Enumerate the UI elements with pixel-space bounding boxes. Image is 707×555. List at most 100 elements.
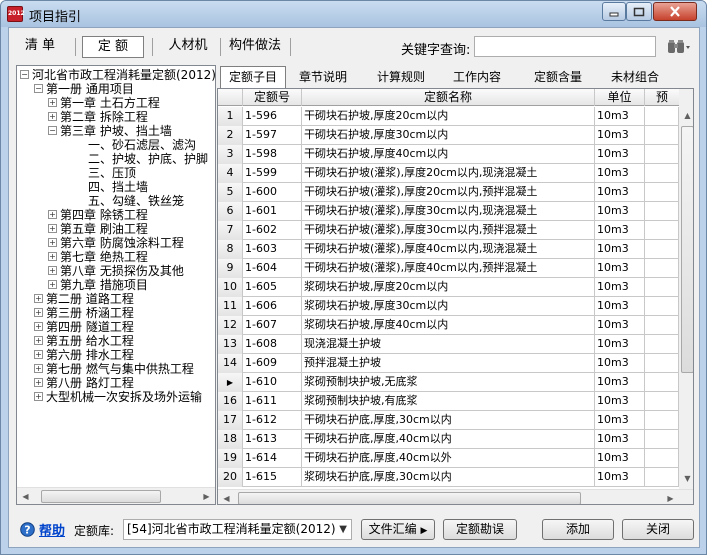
table-row[interactable]: 19 1-614 干砌块石护底,厚度,40cm以外 10m3 [218, 449, 679, 468]
search-input[interactable] [474, 36, 656, 57]
expand-icon[interactable]: + [48, 210, 57, 219]
table-row[interactable]: 5 1-600 干砌块石护坡(灌浆),厚度20cm以内,预拌混凝土 10m3 [218, 183, 679, 202]
row-number: 5 [218, 183, 243, 202]
tree-node-label: 二、护坡、护底、护脚 [88, 152, 209, 166]
column-header-unit[interactable]: 单位 [595, 89, 645, 106]
expand-icon[interactable]: + [34, 308, 43, 317]
expand-icon[interactable]: + [48, 98, 57, 107]
help-label[interactable]: 帮助 [39, 520, 65, 539]
scroll-left-icon[interactable]: ◀ [17, 488, 34, 504]
chevron-down-icon[interactable]: ▼ [339, 520, 347, 539]
scroll-down-icon[interactable]: ▼ [679, 470, 693, 487]
scroll-thumb[interactable] [681, 126, 693, 373]
search-button[interactable] [667, 39, 691, 58]
quota-unit: 10m3 [595, 297, 645, 316]
scroll-right-icon[interactable]: ▶ [662, 490, 679, 504]
quota-table[interactable]: 定额号 定额名称 单位 预 1 1-596 干砌块石护坡,厚度20cm以内 10m3 2… [217, 88, 694, 505]
tree-node-label: 第五章 刷油工程 [60, 222, 148, 236]
quota-price [645, 240, 679, 259]
table-row[interactable]: ▶151-610浆砌预制块护坡,无底浆10m3 [218, 373, 679, 392]
tab-gongzuo-neirong[interactable]: 工作内容 [444, 67, 510, 87]
table-row[interactable]: 9 1-604 干砌块石护坡(灌浆),厚度40cm以内,预拌混凝土 10m3 [218, 259, 679, 278]
table-row[interactable]: 2 1-597 干砌块石护坡,厚度30cm以内 10m3 [218, 126, 679, 145]
expand-icon[interactable]: + [34, 364, 43, 373]
expand-icon[interactable]: + [34, 336, 43, 345]
collapse-icon[interactable]: − [20, 70, 29, 79]
tab-dinge-zimu[interactable]: 定额子目 [220, 66, 286, 88]
quota-name: 浆砌预制块护坡,无底浆 [302, 373, 595, 392]
close-window-button[interactable] [653, 2, 697, 21]
scroll-right-icon[interactable]: ▶ [198, 488, 215, 504]
add-button[interactable]: 添加 [542, 519, 614, 540]
scroll-thumb[interactable] [41, 490, 161, 503]
scroll-left-icon[interactable]: ◀ [218, 490, 235, 504]
table-row[interactable]: 6 1-601 干砌块石护坡(灌浆),厚度30cm以内,现浇混凝土 10m3 [218, 202, 679, 221]
tab-rencaiji[interactable]: 人材机 [158, 36, 218, 58]
expand-icon[interactable]: + [34, 350, 43, 359]
table-row[interactable]: 4 1-599 干砌块石护坡(灌浆),厚度20cm以内,现浇混凝土 10m3 [218, 164, 679, 183]
collapse-icon[interactable]: − [34, 84, 43, 93]
table-horizontal-scrollbar[interactable]: ◀ ▶ [218, 489, 693, 504]
expand-icon[interactable]: + [34, 392, 43, 401]
table-row[interactable]: 17 1-612 干砌块石护底,厚度,30cm以内 10m3 [218, 411, 679, 430]
help-link[interactable]: ? 帮助 [20, 520, 65, 539]
tab-goujian-zuofa[interactable]: 构件做法 [224, 36, 286, 58]
expand-icon[interactable]: + [48, 280, 57, 289]
table-row[interactable]: 18 1-613 干砌块石护底,厚度,40cm以内 10m3 [218, 430, 679, 449]
column-header-name[interactable]: 定额名称 [302, 89, 595, 106]
quota-unit: 10m3 [595, 411, 645, 430]
tab-dinge-hanliang[interactable]: 定额含量 [525, 67, 591, 87]
library-select[interactable]: [54]河北省市政工程消耗量定额(2012) ▼ [123, 519, 352, 540]
quota-errata-button[interactable]: 定额勘误 [443, 519, 517, 540]
minimize-button[interactable] [602, 2, 626, 21]
tree-horizontal-scrollbar[interactable]: ◀ ▶ [17, 487, 215, 504]
quota-price [645, 278, 679, 297]
expand-icon[interactable]: + [48, 266, 57, 275]
table-row[interactable]: 3 1-598 干砌块石护坡,厚度40cm以内 10m3 [218, 145, 679, 164]
row-number: 20 [218, 468, 243, 487]
table-row[interactable]: 13 1-608 现浇混凝土护坡 10m3 [218, 335, 679, 354]
expand-icon[interactable]: + [48, 112, 57, 121]
table-row[interactable]: 14 1-609 预拌混凝土护坡 10m3 [218, 354, 679, 373]
maximize-button[interactable] [626, 2, 652, 21]
quota-price [645, 183, 679, 202]
table-row[interactable]: 11 1-606 浆砌块石护坡,厚度30cm以内 10m3 [218, 297, 679, 316]
tab-weicai-zuhe[interactable]: 未材组合 [602, 67, 668, 87]
table-vertical-scrollbar[interactable]: ▲ ▼ [679, 89, 693, 489]
expand-icon[interactable]: + [48, 224, 57, 233]
table-row[interactable]: 1 1-596 干砌块石护坡,厚度20cm以内 10m3 [218, 107, 679, 126]
table-row[interactable]: 16 1-611 浆砌预制块护坡,有底浆 10m3 [218, 392, 679, 411]
scroll-up-icon[interactable]: ▲ [679, 107, 693, 124]
quota-code: 1-610 [243, 373, 302, 392]
tree-node-label: 第八章 无损探伤及其他 [60, 264, 184, 278]
tab-zhangjie-shuoming[interactable]: 章节说明 [290, 67, 356, 87]
expand-icon[interactable]: + [34, 322, 43, 331]
title-bar[interactable]: 2012 项目指引 [1, 1, 706, 27]
tab-dinge[interactable]: 定 额 [82, 36, 144, 58]
tree-node-label: 第四册 隧道工程 [46, 320, 134, 334]
tree-node-label: 第一册 通用项目 [46, 82, 134, 96]
quota-unit: 10m3 [595, 335, 645, 354]
tree-node-label: 三、压顶 [88, 166, 137, 180]
table-row[interactable]: 20 1-615 浆砌块石护底,厚度,30cm以内 10m3 [218, 468, 679, 487]
column-header-code[interactable]: 定额号 [243, 89, 302, 106]
file-compilation-button[interactable]: 文件汇编 ▶ [361, 519, 435, 540]
expand-icon[interactable]: + [34, 294, 43, 303]
table-row[interactable]: 10 1-605 浆砌块石护坡,厚度20cm以内 10m3 [218, 278, 679, 297]
table-row[interactable]: 12 1-607 浆砌块石护坡,厚度40cm以内 10m3 [218, 316, 679, 335]
column-header-price[interactable]: 预 [645, 89, 679, 106]
table-row[interactable]: 7 1-602 干砌块石护坡(灌浆),厚度30cm以内,预拌混凝土 10m3 [218, 221, 679, 240]
quota-name: 干砌块石护坡(灌浆),厚度20cm以内,现浇混凝土 [302, 164, 595, 183]
collapse-icon[interactable]: − [48, 126, 57, 135]
row-number: 7 [218, 221, 243, 240]
chapter-tree[interactable]: − 河北省市政工程消耗量定额(2012) − 第一册 通用项目 + 第一章 土石方工程 + 第… [16, 65, 216, 505]
table-row[interactable]: 8 1-603 干砌块石护坡(灌浆),厚度40cm以内,现浇混凝土 10m3 [218, 240, 679, 259]
expand-icon[interactable]: + [34, 378, 43, 387]
quota-code: 1-613 [243, 430, 302, 449]
scroll-thumb[interactable] [238, 492, 581, 504]
expand-icon[interactable]: + [48, 252, 57, 261]
tab-jisuan-guize[interactable]: 计算规则 [368, 67, 434, 87]
expand-icon[interactable]: + [48, 238, 57, 247]
tab-qingdan[interactable]: 清 单 [15, 36, 65, 58]
close-button[interactable]: 关闭 [622, 519, 694, 540]
